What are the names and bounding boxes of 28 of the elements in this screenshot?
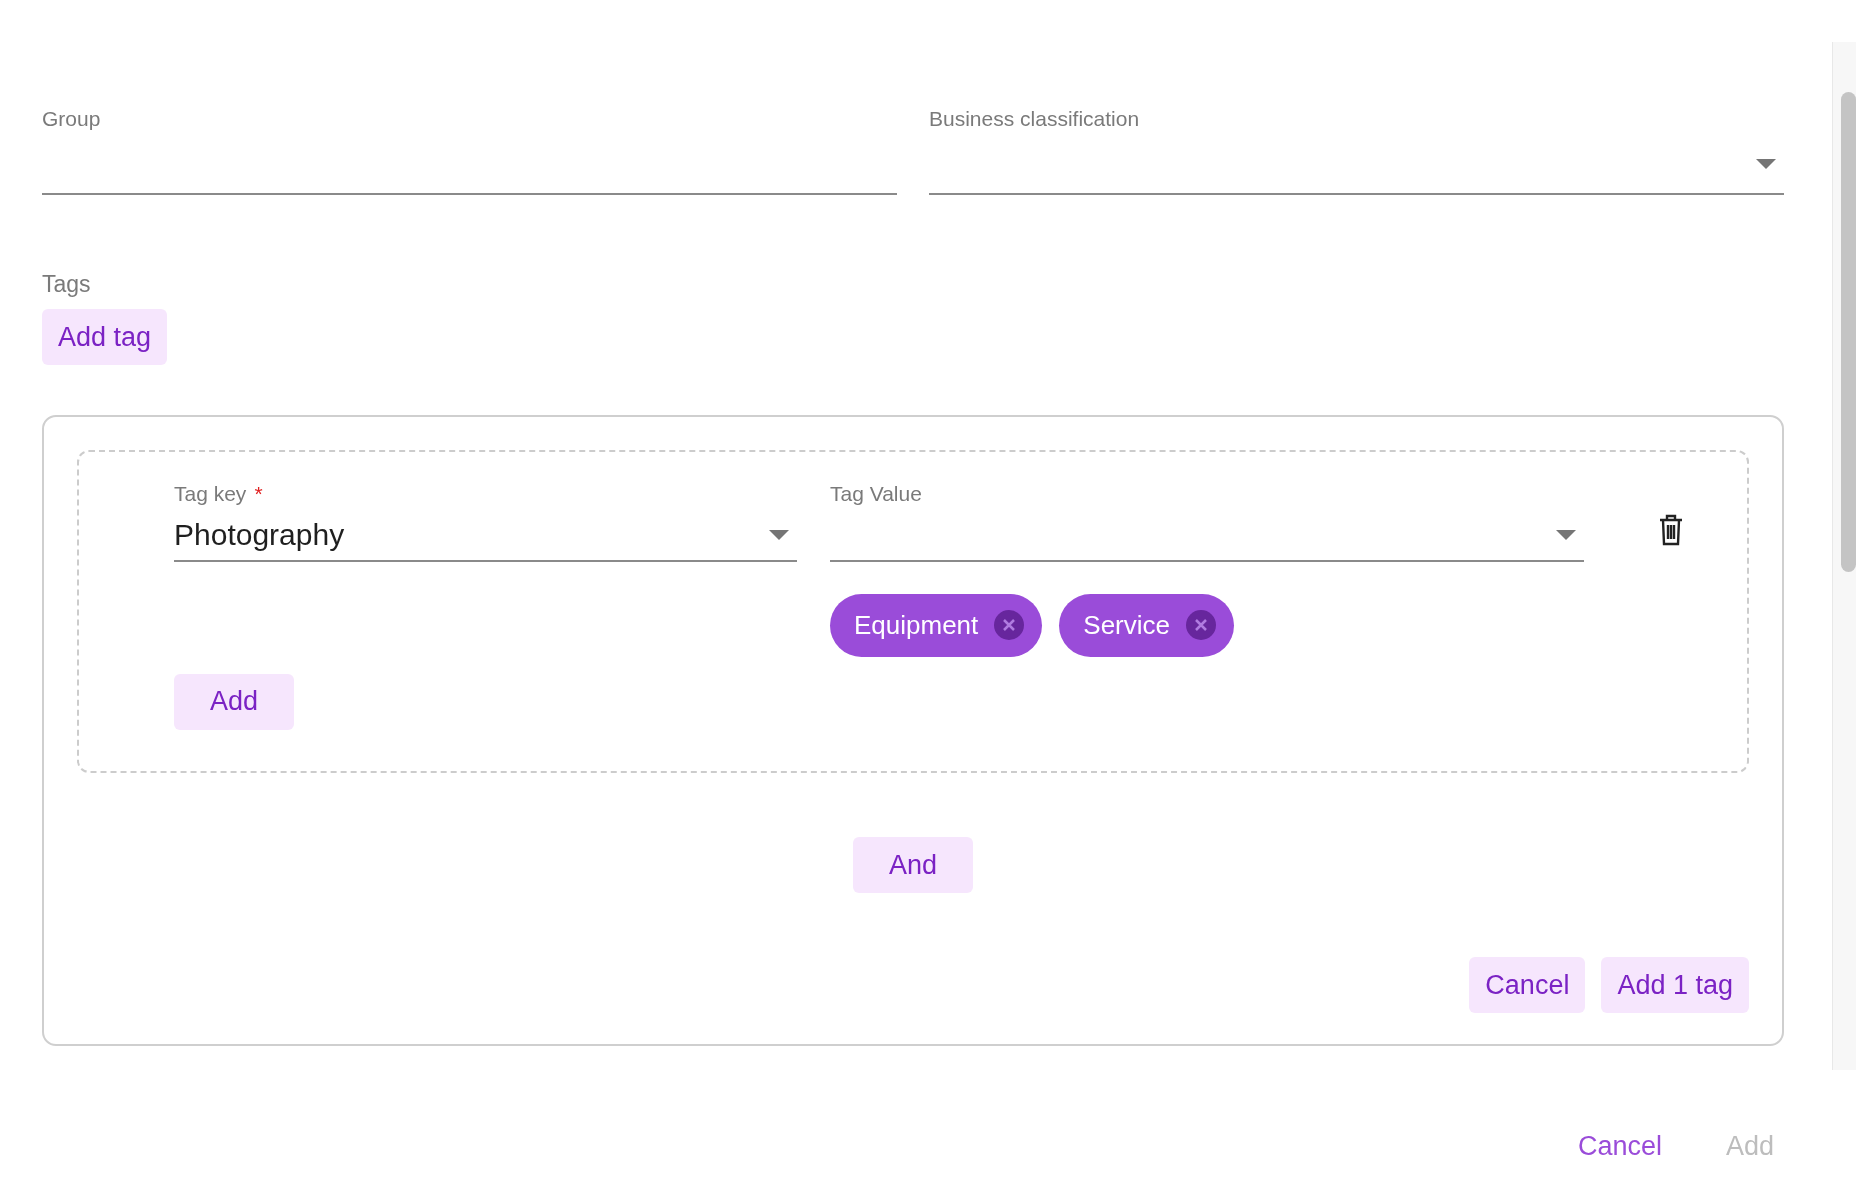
dropdown-caret-icon[interactable] [1756,158,1776,169]
chip-label: Service [1083,608,1170,642]
add-tag-confirm-button[interactable]: Add 1 tag [1601,957,1749,1013]
required-asterisk: * [254,481,263,507]
trash-icon[interactable] [1658,514,1684,546]
dropdown-caret-icon[interactable] [1556,529,1576,540]
scrollbar-thumb[interactable] [1841,92,1856,572]
section-label: Tags [42,269,92,299]
remove-chip-icon[interactable] [994,610,1025,640]
tag-chip[interactable]: Service [1059,593,1234,657]
chip-label: Equipment [854,608,979,642]
tag-chip[interactable]: Equipment [830,593,1043,657]
and-button[interactable]: And [852,837,973,893]
field-value: Photography [174,517,345,553]
dropdown-caret-icon[interactable] [769,529,789,540]
tag-value-field[interactable]: Tag Value [830,478,1584,562]
field-label: Business classification [929,106,1141,132]
field-label: Group [42,106,102,132]
text-field[interactable]: Group [42,103,897,195]
cancel-button[interactable]: Cancel [1469,957,1586,1013]
add-button[interactable]: Add [174,673,295,730]
text-field[interactable]: Business classification [929,103,1784,195]
field-label: Tag key [174,481,247,507]
tag-key-field[interactable]: Tag key * Photography [174,478,797,562]
add-tag-button[interactable]: Add tag [42,309,168,365]
field-label: Tag Value [830,482,922,505]
remove-chip-icon[interactable] [1186,610,1216,640]
footer-button[interactable]: Cancel [1577,1126,1662,1167]
